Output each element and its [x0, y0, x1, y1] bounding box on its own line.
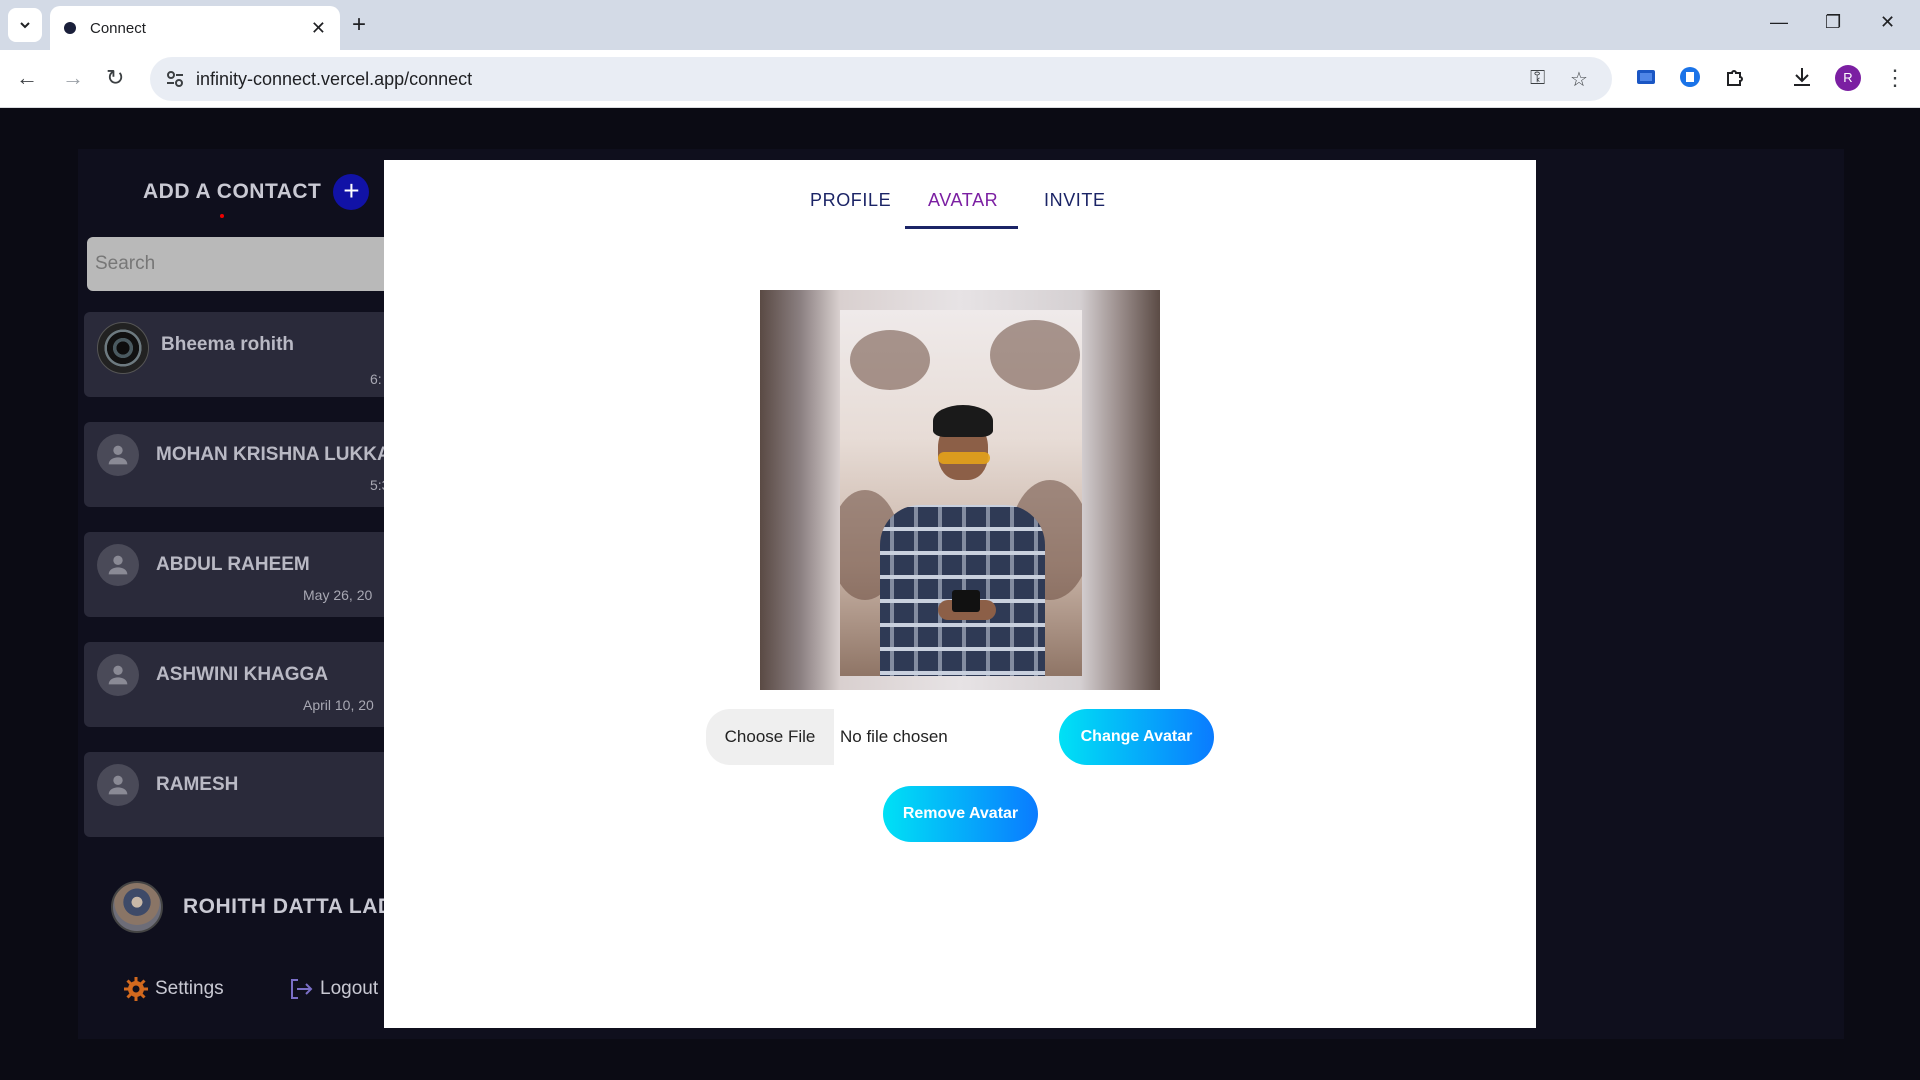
contact-avatar — [97, 764, 139, 806]
extension-screen-icon[interactable] — [1634, 65, 1658, 89]
back-icon[interactable]: ← — [16, 64, 38, 92]
contact-time: April 10, 20 — [303, 697, 374, 713]
modal-tabs: PROFILE AVATAR INVITE — [384, 160, 1536, 232]
person-icon — [108, 665, 128, 685]
password-key-icon[interactable]: ⚿ — [1530, 67, 1545, 90]
tab-invite[interactable]: INVITE — [1044, 190, 1106, 211]
download-icon[interactable] — [1790, 65, 1814, 89]
profile-avatar[interactable]: R — [1835, 65, 1861, 91]
contact-avatar — [97, 544, 139, 586]
settings-button[interactable]: Settings — [123, 976, 224, 1002]
url-text: infinity-connect.vercel.app/connect — [196, 69, 473, 89]
settings-label: Settings — [155, 978, 224, 999]
contact-avatar — [97, 322, 149, 374]
browser-tab[interactable]: Connect ✕ — [50, 6, 340, 50]
contact-time: May 26, 20 — [303, 587, 373, 603]
add-contact-label: ADD A CONTACT — [143, 180, 322, 203]
reload-icon[interactable]: ↻ — [106, 64, 124, 92]
active-tab-underline — [905, 226, 1018, 229]
forward-icon[interactable]: → — [62, 64, 84, 92]
extension-doc-icon[interactable] — [1678, 65, 1702, 89]
kebab-menu-icon[interactable]: ⋮ — [1884, 64, 1906, 92]
photo-foliage — [990, 320, 1080, 390]
current-user[interactable]: ROHITH DATTA LAD — [111, 881, 394, 933]
avatar-preview — [760, 290, 1160, 690]
extensions-puzzle-icon[interactable] — [1723, 65, 1747, 89]
change-avatar-button[interactable]: Change Avatar — [1059, 709, 1214, 765]
new-tab-icon[interactable]: + — [352, 11, 366, 39]
chevron-down-icon — [20, 22, 30, 29]
tab-title: Connect — [90, 19, 146, 37]
contact-avatar — [97, 434, 139, 476]
avatar — [111, 881, 163, 933]
person-icon — [108, 445, 128, 465]
photo-phone — [952, 590, 980, 612]
search-input[interactable] — [87, 237, 407, 291]
logout-icon — [291, 979, 313, 999]
contact-name: ASHWINI KHAGGA — [156, 664, 329, 685]
contact-item[interactable]: RAMESH — [84, 752, 404, 837]
photo-foliage — [850, 330, 930, 390]
bookmark-star-icon[interactable]: ☆ — [1570, 67, 1588, 92]
logout-button[interactable]: Logout — [288, 976, 378, 1002]
contact-item[interactable]: ASHWINI KHAGGA April 10, 20 — [84, 642, 404, 727]
logout-label: Logout — [320, 978, 379, 999]
add-contact-button[interactable]: + — [333, 174, 370, 210]
address-bar[interactable]: infinity-connect.vercel.app/connect ⚿ ☆ — [150, 57, 1612, 101]
close-tab-icon[interactable]: ✕ — [311, 18, 326, 39]
file-status-text: No file chosen — [840, 727, 948, 746]
restore-icon[interactable]: ❐ — [1825, 12, 1841, 33]
tab-avatar[interactable]: AVATAR — [928, 190, 998, 211]
tab-profile[interactable]: PROFILE — [810, 190, 891, 211]
favicon-icon — [64, 22, 76, 34]
indicator-dot — [220, 214, 224, 218]
minimize-icon[interactable]: — — [1770, 12, 1788, 33]
contact-name: MOHAN KRISHNA LUKKA — [156, 444, 391, 465]
browser-toolbar: ← → ↻ infinity-connect.vercel.app/connec… — [0, 50, 1920, 108]
contact-name: Bheema rohith — [161, 334, 295, 355]
choose-file-button[interactable]: Choose File — [706, 709, 834, 765]
browser-tabstrip: Connect ✕ + — ❐ ✕ — [0, 0, 1920, 50]
contact-name: RAMESH — [156, 774, 239, 795]
current-user-name: ROHITH DATTA LAD — [183, 895, 394, 918]
contact-avatar — [97, 654, 139, 696]
tab-search-button[interactable] — [8, 8, 42, 42]
photo-sunglasses — [938, 452, 990, 464]
profile-modal: PROFILE AVATAR INVITE Choose File No fil… — [384, 160, 1536, 1028]
photo-hair — [933, 405, 993, 437]
contacts-sidebar: ADD A CONTACT + Bheema rohith 6: MOHAN K… — [78, 149, 407, 1039]
contact-item[interactable]: MOHAN KRISHNA LUKKA 5:3 — [84, 422, 404, 507]
contact-time: 6: — [370, 371, 382, 387]
remove-avatar-button[interactable]: Remove Avatar — [883, 786, 1038, 842]
contact-name: ABDUL RAHEEM — [156, 554, 310, 575]
contact-item[interactable]: ABDUL RAHEEM May 26, 20 — [84, 532, 404, 617]
close-window-icon[interactable]: ✕ — [1880, 12, 1895, 33]
add-contact-header: ADD A CONTACT + — [143, 174, 370, 210]
avatar-photo — [840, 310, 1082, 676]
contact-item[interactable]: Bheema rohith 6: — [84, 312, 404, 397]
site-settings-icon[interactable] — [164, 68, 186, 90]
person-icon — [108, 555, 128, 575]
gear-icon — [124, 977, 148, 1001]
file-input[interactable]: Choose File No file chosen — [706, 709, 948, 765]
person-icon — [108, 775, 128, 795]
